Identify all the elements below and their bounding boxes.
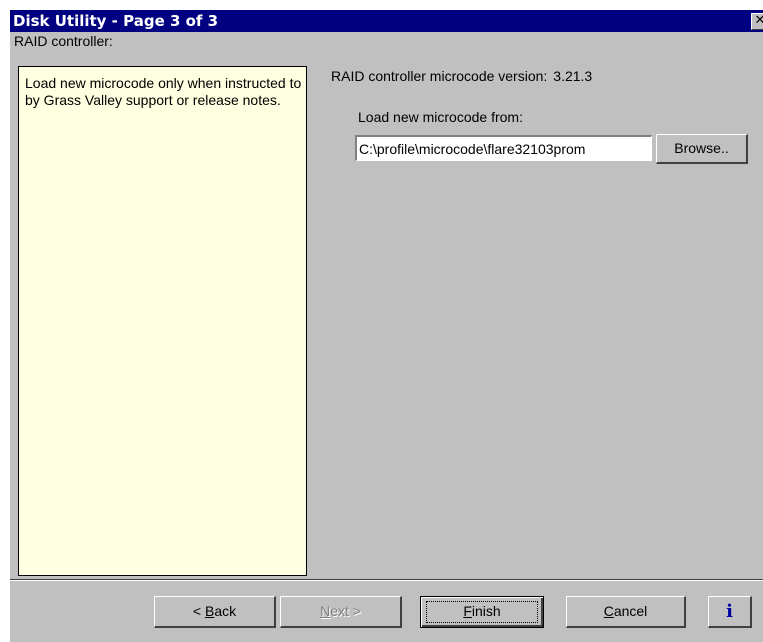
finish-rest: inish — [471, 603, 501, 619]
finish-button[interactable]: Finish — [420, 596, 544, 628]
section-label: RAID controller: — [14, 33, 113, 49]
help-text: Load new microcode only when instructed … — [25, 75, 302, 108]
next-rest: ext > — [330, 603, 361, 619]
info-icon: i — [726, 601, 733, 622]
finish-mnemonic: F — [463, 603, 472, 619]
browse-button[interactable]: Browse.. — [656, 134, 748, 164]
title-bar: Disk Utility - Page 3 of 3 ✕ — [10, 10, 763, 32]
microcode-version-value: 3.21.3 — [553, 68, 593, 84]
microcode-version-label: RAID controller microcode version: — [331, 68, 548, 84]
close-icon: ✕ — [754, 13, 763, 28]
back-mnemonic: B — [204, 603, 215, 619]
cancel-mnemonic: C — [603, 603, 614, 619]
back-rest: ack — [214, 603, 237, 619]
microcode-path-input[interactable] — [355, 135, 652, 161]
cancel-rest: ancel — [613, 603, 648, 619]
help-panel: Load new microcode only when instructed … — [18, 66, 307, 576]
back-button[interactable]: < Back — [154, 596, 276, 628]
back-prefix: < — [192, 603, 205, 619]
window-title: Disk Utility - Page 3 of 3 — [13, 12, 219, 30]
button-separator — [10, 579, 763, 581]
next-button[interactable]: Next > — [280, 596, 402, 628]
microcode-version-line: RAID controller microcode version: 3.21.3 — [331, 67, 592, 85]
disk-utility-dialog: Disk Utility - Page 3 of 3 ✕ RAID contro… — [10, 10, 763, 642]
close-button[interactable]: ✕ — [751, 13, 763, 30]
next-mnemonic: N — [320, 603, 331, 619]
load-microcode-label: Load new microcode from: — [358, 109, 523, 125]
cancel-button[interactable]: Cancel — [566, 596, 686, 628]
info-button[interactable]: i — [708, 596, 752, 628]
finish-label: Finish — [463, 603, 500, 619]
